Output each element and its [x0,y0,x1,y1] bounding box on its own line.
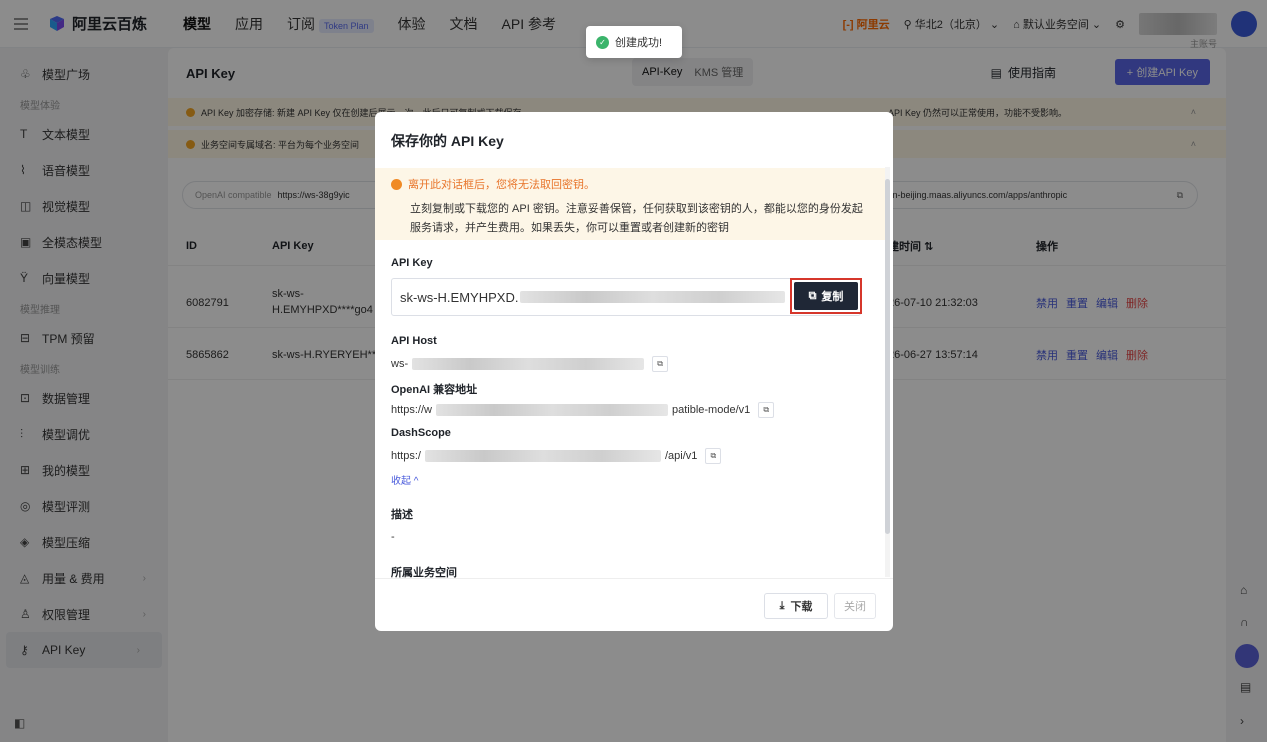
api-host-value: ws- ⧉ [391,356,669,372]
dialog-scrollbar[interactable] [885,167,890,577]
warning-title: 离开此对话框后，您将无法取回密钥。 [391,176,869,192]
download-icon: ⤓ [779,599,785,612]
copy-highlight: ⧉ 复制 [790,278,862,314]
redacted-host [412,358,645,370]
success-toast: ✓ 创建成功! [586,26,682,58]
close-button[interactable]: 关闭 [834,593,876,619]
dashscope-suffix: /api/v1 [664,450,698,462]
warning-box: 离开此对话框后，您将无法取回密钥。 立刻复制或下载您的 API 密钥。注意妥善保… [375,168,885,240]
openai-label: OpenAI 兼容地址 [391,384,478,396]
copy-icon[interactable]: ⧉ [652,356,669,372]
warning-title-text: 离开此对话框后，您将无法取回密钥。 [408,179,595,191]
api-host-label: API Host [391,335,437,347]
save-api-key-dialog: 保存你的 API Key 离开此对话框后，您将无法取回密钥。 立刻复制或下载您的… [375,112,893,631]
redacted-openai [435,404,668,416]
dashscope-prefix: https:/ [391,450,421,462]
api-key-label: API Key [391,257,433,269]
scrollbar-thumb[interactable] [885,179,890,534]
copy-icon: ⧉ [808,289,817,302]
openai-suffix: patible-mode/v1 [671,404,751,416]
copy-label: 复制 [821,291,844,303]
toast-text: 创建成功! [615,37,663,49]
desc-label: 描述 [391,509,413,521]
copy-button[interactable]: ⧉ 复制 [794,282,858,310]
check-icon: ✓ [596,35,609,49]
dialog-title: 保存你的 API Key [391,133,504,149]
redacted-key [520,291,786,303]
download-button[interactable]: ⤓ 下载 [764,593,828,619]
warning-icon [391,178,402,190]
desc-value: - [391,531,395,543]
openai-prefix: https://w [391,404,432,416]
dashscope-label: DashScope [391,427,451,439]
api-host-prefix: ws- [391,358,409,370]
download-label: 下载 [790,601,813,613]
copy-icon[interactable]: ⧉ [758,402,775,418]
redacted-dashscope [424,450,661,462]
warning-body: 立刻复制或下载您的 API 密钥。注意妥善保管，任何获取到该密钥的人，都能以您的… [410,203,863,234]
dialog-footer: ⤓ 下载 关闭 [375,578,893,631]
copy-icon[interactable]: ⧉ [705,448,722,464]
dashscope-value: https:/ /api/v1 ⧉ [391,448,722,464]
openai-value: https://w patible-mode/v1 ⧉ [391,402,775,418]
collapse-link[interactable]: 收起 ^ [391,472,418,487]
api-key-value: sk-ws-H.EMYHPXD. [400,289,519,305]
